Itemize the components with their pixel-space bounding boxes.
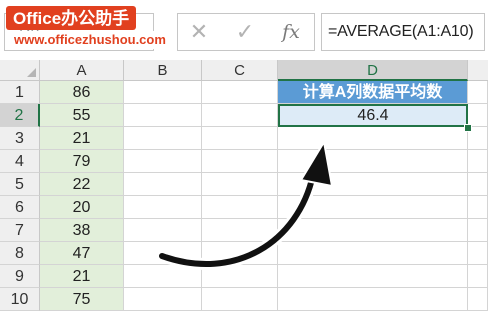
arrow-annotation [156,139,334,270]
formula-bar: D2 Office办公助手 www.officezhushou.com ✕ ✓ … [0,0,488,60]
check-icon[interactable]: ✓ [230,19,260,45]
spreadsheet-grid: A B C D 1 86 2 55 3 21 4 79 5 22 6 20 7 38 8 47 9 21 10 75 … [0,60,488,321]
formula-input[interactable]: =AVERAGE(A1:A10) [321,13,485,51]
watermark-logo: Office办公助手 [6,6,137,30]
close-icon[interactable]: ✕ [184,19,214,45]
formula-buttons: ✕ ✓ fx [177,13,315,51]
insert-function-button[interactable]: fx [276,19,306,45]
watermark-url: www.officezhushou.com [10,31,170,49]
formula-text: =AVERAGE(A1:A10) [328,23,474,40]
